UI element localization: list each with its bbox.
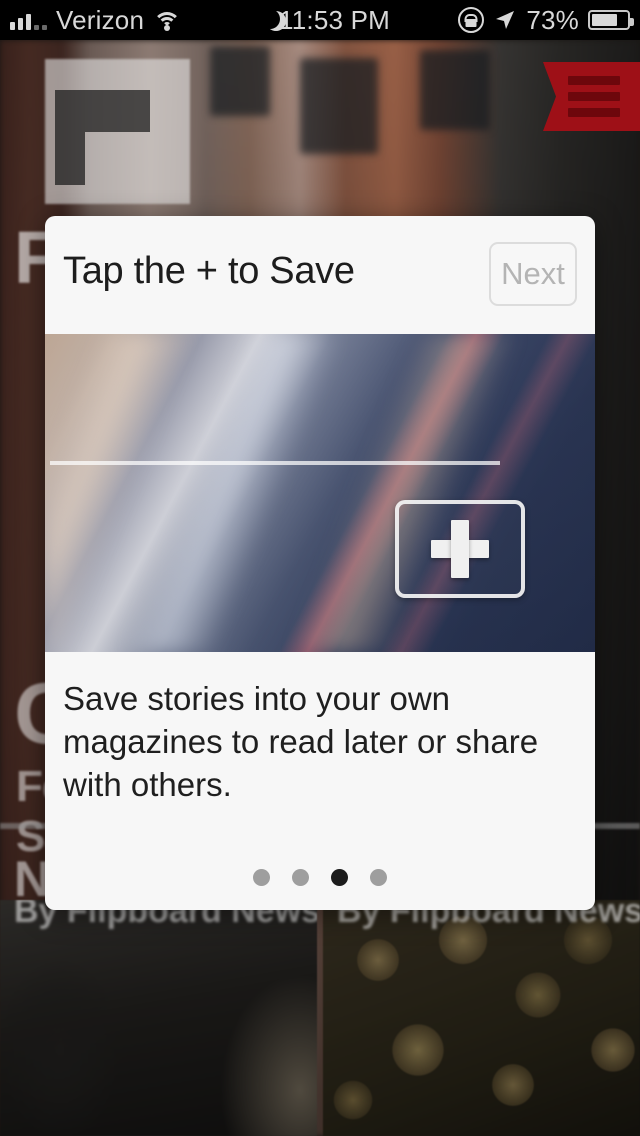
- plus-icon[interactable]: [395, 500, 525, 598]
- tile-shade: [323, 900, 640, 1136]
- battery-percent-label: 73%: [526, 4, 579, 35]
- hero-divider-line: [50, 461, 500, 465]
- location-arrow-icon: [496, 11, 515, 29]
- rotation-lock-icon: [458, 7, 485, 33]
- modal-header: Tap the + to Save Next: [45, 216, 595, 334]
- background-tile-coins[interactable]: By Flipboard Newsdesk: [323, 900, 640, 1136]
- flipboard-f-logo-icon: [55, 90, 150, 185]
- pager-dot-1[interactable]: [253, 869, 270, 886]
- modal-description: Save stories into your own magazines to …: [63, 680, 539, 803]
- moon-icon: [248, 8, 270, 31]
- pager-dots: [45, 869, 595, 886]
- hamburger-menu-icon[interactable]: [543, 62, 640, 131]
- pager-dot-4[interactable]: [370, 869, 387, 886]
- modal-body: Save stories into your own magazines to …: [45, 652, 595, 807]
- background-window: [300, 58, 378, 154]
- tile-shade: [0, 900, 317, 1136]
- onboarding-modal: Tap the + to Save Next Save stories into…: [45, 216, 595, 910]
- status-bar: Verizon 11:53 PM 73%: [0, 0, 640, 40]
- clock-label: 11:53 PM: [279, 4, 390, 35]
- battery-icon: [588, 10, 634, 30]
- pager-dot-2[interactable]: [292, 869, 309, 886]
- modal-hero-image: [45, 334, 595, 652]
- next-button[interactable]: Next: [489, 242, 577, 306]
- modal-title: Tap the + to Save: [63, 250, 355, 292]
- background-window: [210, 46, 270, 116]
- pager-dot-3[interactable]: [331, 869, 348, 886]
- background-tile-people[interactable]: By Flipboard Newsdesk: [0, 900, 317, 1136]
- background-article-tiles: By Flipboard Newsdesk By Flipboard Newsd…: [0, 900, 640, 1136]
- phone-screen: Fl C Fe Sa N By Flipboard Newsdesk By Fl…: [0, 0, 640, 1136]
- background-window: [420, 50, 490, 130]
